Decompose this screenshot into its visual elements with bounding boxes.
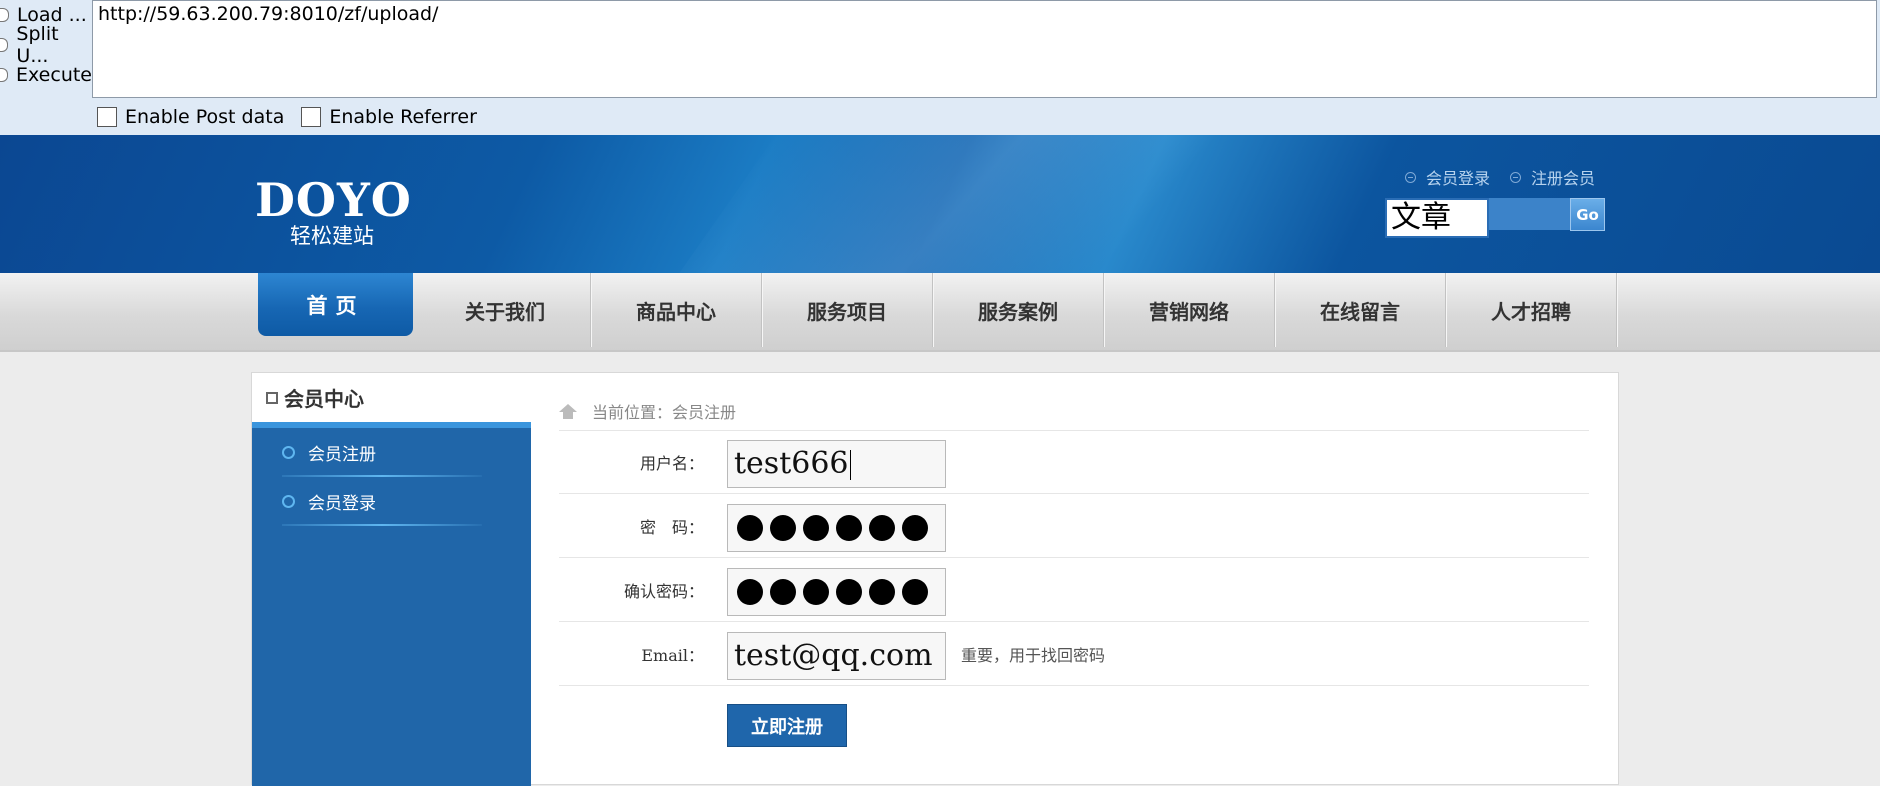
plus-circle-icon: [1405, 171, 1416, 183]
username-row: 用户名： test666: [559, 430, 1589, 494]
nav-item-services[interactable]: 服务项目: [762, 273, 933, 347]
enable-referrer-label: Enable Referrer: [329, 106, 477, 128]
register-member-label: 注册会员: [1531, 169, 1596, 188]
register-submit-button[interactable]: 立即注册: [727, 704, 847, 747]
sidebar-title: 会员中心: [252, 373, 531, 428]
password-dot: [803, 579, 829, 605]
password-mask: [734, 505, 945, 551]
content-panel: 会员中心 会员注册 会员登录 当前位置：会员注册 用户名： test666 密 …: [251, 372, 1620, 786]
execute-button[interactable]: Execute: [0, 60, 92, 90]
square-bullet-icon: [266, 391, 278, 404]
split-url-label: Split U...: [16, 23, 59, 67]
username-label: 用户名：: [639, 454, 704, 473]
nav-menu: 首页 关于我们 商品中心 服务项目 服务案例 营销网络 在线留言 人才招聘: [258, 273, 1617, 347]
password-dot: [836, 579, 862, 605]
plus-circle-icon: [1510, 171, 1522, 183]
password-input[interactable]: [727, 504, 946, 552]
email-label: Email：: [641, 646, 704, 665]
site-logo-subtitle: 轻松建站: [290, 224, 374, 248]
password-dot: [737, 579, 763, 605]
sidebar-title-label: 会员中心: [284, 387, 364, 411]
site-logo[interactable]: DOYO: [255, 173, 412, 227]
enable-referrer-checkbox[interactable]: [301, 107, 322, 127]
username-value: test666: [734, 446, 849, 481]
main-navigation: 首页 关于我们 商品中心 服务项目 服务案例 营销网络 在线留言 人才招聘: [0, 273, 1880, 352]
hackbar-url-field[interactable]: http://59.63.200.79:8010/zf/upload/: [92, 0, 1877, 98]
email-input[interactable]: test@qq.com: [727, 632, 946, 680]
text-cursor: [849, 450, 851, 480]
sidebar-item-register[interactable]: 会员注册: [252, 428, 531, 477]
nav-item-network[interactable]: 营销网络: [1104, 273, 1275, 347]
split-icon: [0, 38, 9, 52]
register-member-link[interactable]: 注册会员: [1510, 165, 1595, 189]
username-input[interactable]: test666: [727, 440, 946, 488]
search-field-background: [1489, 198, 1570, 230]
member-sidebar: 会员中心 会员注册 会员登录: [252, 373, 531, 786]
email-hint: 重要，用于找回密码: [961, 646, 1106, 665]
confirm-password-mask: [734, 569, 945, 615]
password-dot: [770, 515, 796, 541]
register-form-area: 当前位置：会员注册 用户名： test666 密 码： 确认密码： Email：…: [531, 373, 1620, 786]
breadcrumb-text: 当前位置：会员注册: [592, 403, 737, 422]
site-header: DOYO 轻松建站 会员登录 注册会员 文章 Go: [0, 135, 1880, 273]
hackbar-options: Enable Post data Enable Referrer: [97, 106, 494, 128]
nav-item-jobs[interactable]: 人才招聘: [1446, 273, 1617, 347]
execute-label: Execute: [16, 64, 92, 86]
password-dot: [869, 515, 895, 541]
password-dot: [803, 515, 829, 541]
password-dot: [836, 515, 862, 541]
password-dot: [902, 579, 928, 605]
top-links: 会员登录 注册会员: [1405, 165, 1615, 189]
confirm-password-label: 确认密码：: [623, 582, 704, 601]
nav-item-about[interactable]: 关于我们: [420, 273, 591, 347]
sidebar-item-label: 会员注册: [308, 445, 376, 465]
enable-post-label: Enable Post data: [125, 106, 285, 128]
nav-item-cases[interactable]: 服务案例: [933, 273, 1104, 347]
load-icon: [0, 8, 9, 22]
hackbar-toolbar: Load ... Split U... Execute http://59.63…: [0, 0, 1880, 135]
nav-item-messages[interactable]: 在线留言: [1275, 273, 1446, 347]
nav-item-products[interactable]: 商品中心: [591, 273, 762, 347]
sidebar-item-label: 会员登录: [308, 494, 376, 514]
confirm-password-input[interactable]: [727, 568, 946, 616]
password-row: 密 码：: [559, 494, 1589, 558]
email-row: Email： test@qq.com 重要，用于找回密码: [559, 622, 1589, 686]
header-shine: [635, 135, 1325, 273]
search-input[interactable]: 文章: [1385, 198, 1489, 238]
password-label: 密 码：: [639, 518, 704, 537]
password-dot: [770, 579, 796, 605]
search-go-button[interactable]: Go: [1570, 198, 1605, 231]
member-login-label: 会员登录: [1426, 169, 1491, 188]
circle-bullet-icon: [282, 495, 295, 508]
sidebar-item-login[interactable]: 会员登录: [252, 477, 531, 526]
split-url-button[interactable]: Split U...: [0, 23, 92, 67]
circle-bullet-icon: [282, 446, 295, 459]
home-icon: [559, 403, 577, 419]
password-dot: [737, 515, 763, 541]
nav-item-home[interactable]: 首页: [258, 273, 413, 336]
confirm-password-row: 确认密码：: [559, 558, 1589, 622]
password-dot: [902, 515, 928, 541]
password-dot: [869, 579, 895, 605]
enable-post-checkbox[interactable]: [97, 107, 117, 127]
breadcrumb: 当前位置：会员注册: [559, 392, 1589, 431]
member-login-link[interactable]: 会员登录: [1405, 165, 1490, 189]
hackbar-actions: Load ... Split U... Execute: [0, 0, 92, 90]
execute-icon: [0, 68, 9, 82]
